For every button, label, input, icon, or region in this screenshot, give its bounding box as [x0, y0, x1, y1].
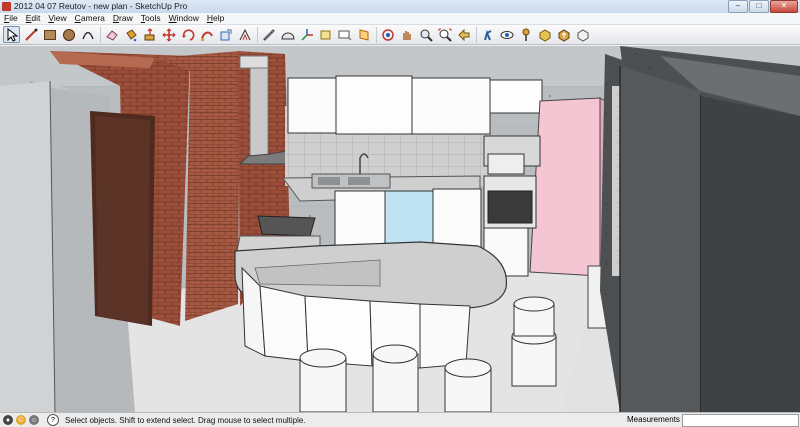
help-icon[interactable]: ?: [47, 414, 59, 426]
menu-camera[interactable]: Camera: [71, 13, 109, 24]
rotate-tool-icon[interactable]: [180, 27, 196, 43]
menu-file[interactable]: File: [0, 13, 22, 24]
push-pull-tool-icon[interactable]: [142, 27, 158, 43]
main-toolbar: [0, 25, 800, 45]
zoom-extents-tool-icon[interactable]: [437, 27, 453, 43]
axes-tool-icon[interactable]: [299, 27, 315, 43]
dimension-tool-icon[interactable]: [318, 27, 334, 43]
components-tool-icon[interactable]: [575, 27, 591, 43]
minimize-button[interactable]: –: [728, 0, 748, 13]
user-icon[interactable]: ☺: [29, 415, 39, 425]
previous-view-tool-icon[interactable]: [456, 27, 472, 43]
maximize-button[interactable]: □: [749, 0, 769, 13]
menu-draw[interactable]: Draw: [109, 13, 137, 24]
rectangle-tool-icon[interactable]: [42, 27, 58, 43]
menu-edit[interactable]: Edit: [22, 13, 45, 24]
window-title: 2012 04 07 Reutov - new plan - SketchUp …: [14, 1, 188, 11]
pan-tool-icon[interactable]: [399, 27, 415, 43]
follow-me-tool-icon[interactable]: [199, 27, 215, 43]
credits-icon[interactable]: ©: [16, 415, 26, 425]
menu-window[interactable]: Window: [165, 13, 203, 24]
arc-tool-icon[interactable]: [80, 27, 96, 43]
status-hint: Select objects. Shift to extend select. …: [65, 415, 306, 425]
eraser-tool-icon[interactable]: [104, 27, 120, 43]
menu-view[interactable]: View: [44, 13, 70, 24]
offset-tool-icon[interactable]: [237, 27, 253, 43]
title-bar: 2012 04 07 Reutov - new plan - SketchUp …: [0, 0, 800, 14]
kitchen-3d-scene[interactable]: [0, 46, 800, 412]
scale-tool-icon[interactable]: [218, 27, 234, 43]
section-plane-tool-icon[interactable]: [356, 27, 372, 43]
zoom-tool-icon[interactable]: [418, 27, 434, 43]
line-tool-icon[interactable]: [23, 27, 39, 43]
menu-tools[interactable]: Tools: [137, 13, 165, 24]
measurements-input[interactable]: [682, 414, 799, 427]
measurements-label: Measurements: [627, 415, 680, 424]
select-tool-icon[interactable]: [3, 26, 20, 43]
tape-measure-tool-icon[interactable]: [261, 27, 277, 43]
window-controls: – □ ✕: [728, 0, 798, 13]
model-viewport[interactable]: [0, 46, 800, 412]
share-model-tool-icon[interactable]: [556, 27, 572, 43]
paint-bucket-tool-icon[interactable]: [123, 27, 139, 43]
status-bar: ● © ☺ ? Select objects. Shift to extend …: [0, 412, 800, 427]
position-camera-tool-icon[interactable]: [518, 27, 534, 43]
get-models-tool-icon[interactable]: [537, 27, 553, 43]
walk-tool-icon[interactable]: [480, 27, 496, 43]
menu-bar: File Edit View Camera Draw Tools Window …: [0, 13, 800, 25]
close-button[interactable]: ✕: [770, 0, 798, 13]
circle-tool-icon[interactable]: [61, 27, 77, 43]
protractor-tool-icon[interactable]: [280, 27, 296, 43]
sketchup-app-icon[interactable]: [2, 2, 11, 11]
menu-help[interactable]: Help: [203, 13, 228, 24]
orbit-tool-icon[interactable]: [380, 27, 396, 43]
look-around-tool-icon[interactable]: [499, 27, 515, 43]
text-tool-icon[interactable]: [337, 27, 353, 43]
geo-location-icon[interactable]: ●: [3, 415, 13, 425]
move-tool-icon[interactable]: [161, 27, 177, 43]
